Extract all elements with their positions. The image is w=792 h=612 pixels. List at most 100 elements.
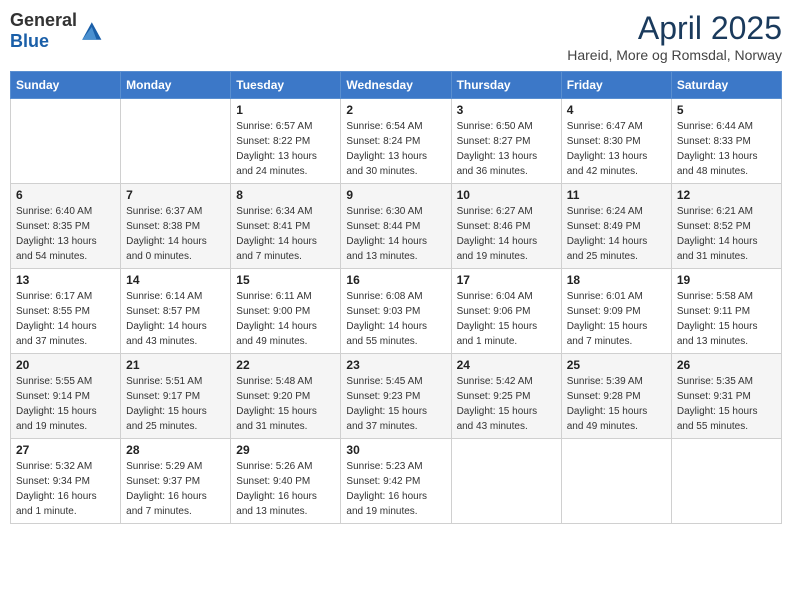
title-block: April 2025 Hareid, More og Romsdal, Norw… [567,10,782,63]
table-row: 29 Sunrise: 5:26 AM Sunset: 9:40 PM Dayli… [231,439,341,524]
col-wednesday: Wednesday [341,72,451,99]
day-info: Sunrise: 6:44 AM Sunset: 8:33 PM Dayligh… [677,119,776,179]
calendar-week-5: 27 Sunrise: 5:32 AM Sunset: 9:34 PM Dayli… [11,439,782,524]
day-info: Sunrise: 5:51 AM Sunset: 9:17 PM Dayligh… [126,374,225,434]
day-number: 19 [677,273,776,287]
day-number: 28 [126,443,225,457]
day-number: 29 [236,443,335,457]
day-number: 24 [457,358,556,372]
logo-blue: Blue [10,31,49,51]
day-info: Sunrise: 6:01 AM Sunset: 9:09 PM Dayligh… [567,289,666,349]
day-number: 1 [236,103,335,117]
calendar-week-4: 20 Sunrise: 5:55 AM Sunset: 9:14 PM Dayli… [11,354,782,439]
day-info: Sunrise: 6:04 AM Sunset: 9:06 PM Dayligh… [457,289,556,349]
logo-text: General Blue [10,10,77,52]
day-number: 16 [346,273,445,287]
calendar-table: Sunday Monday Tuesday Wednesday Thursday… [10,71,782,524]
day-info: Sunrise: 5:58 AM Sunset: 9:11 PM Dayligh… [677,289,776,349]
day-number: 30 [346,443,445,457]
day-info: Sunrise: 6:21 AM Sunset: 8:52 PM Dayligh… [677,204,776,264]
table-row: 2 Sunrise: 6:54 AM Sunset: 8:24 PM Daylig… [341,99,451,184]
table-row: 22 Sunrise: 5:48 AM Sunset: 9:20 PM Dayli… [231,354,341,439]
day-info: Sunrise: 6:24 AM Sunset: 8:49 PM Dayligh… [567,204,666,264]
table-row [11,99,121,184]
table-row: 24 Sunrise: 5:42 AM Sunset: 9:25 PM Dayli… [451,354,561,439]
table-row: 11 Sunrise: 6:24 AM Sunset: 8:49 PM Dayli… [561,184,671,269]
day-info: Sunrise: 6:08 AM Sunset: 9:03 PM Dayligh… [346,289,445,349]
day-number: 2 [346,103,445,117]
table-row: 13 Sunrise: 6:17 AM Sunset: 8:55 PM Dayli… [11,269,121,354]
day-info: Sunrise: 6:14 AM Sunset: 8:57 PM Dayligh… [126,289,225,349]
table-row [121,99,231,184]
table-row: 18 Sunrise: 6:01 AM Sunset: 9:09 PM Dayli… [561,269,671,354]
day-info: Sunrise: 6:57 AM Sunset: 8:22 PM Dayligh… [236,119,335,179]
day-number: 17 [457,273,556,287]
calendar-week-3: 13 Sunrise: 6:17 AM Sunset: 8:55 PM Dayli… [11,269,782,354]
day-info: Sunrise: 5:29 AM Sunset: 9:37 PM Dayligh… [126,459,225,519]
day-number: 9 [346,188,445,202]
col-tuesday: Tuesday [231,72,341,99]
table-row: 30 Sunrise: 5:23 AM Sunset: 9:42 PM Dayli… [341,439,451,524]
day-number: 7 [126,188,225,202]
col-thursday: Thursday [451,72,561,99]
day-info: Sunrise: 6:47 AM Sunset: 8:30 PM Dayligh… [567,119,666,179]
day-number: 21 [126,358,225,372]
day-info: Sunrise: 5:42 AM Sunset: 9:25 PM Dayligh… [457,374,556,434]
table-row: 6Sunrise: 6:40 AM Sunset: 8:35 PM Daylig… [11,184,121,269]
day-number: 4 [567,103,666,117]
day-info: Sunrise: 5:55 AM Sunset: 9:14 PM Dayligh… [16,374,115,434]
day-number: 25 [567,358,666,372]
table-row: 26 Sunrise: 5:35 AM Sunset: 9:31 PM Dayli… [671,354,781,439]
table-row: 21 Sunrise: 5:51 AM Sunset: 9:17 PM Dayli… [121,354,231,439]
logo: General Blue [10,10,103,52]
day-info: Sunrise: 5:48 AM Sunset: 9:20 PM Dayligh… [236,374,335,434]
day-info: Sunrise: 6:50 AM Sunset: 8:27 PM Dayligh… [457,119,556,179]
table-row: 14 Sunrise: 6:14 AM Sunset: 8:57 PM Dayli… [121,269,231,354]
day-number: 23 [346,358,445,372]
logo-general: General [10,10,77,30]
day-info: Sunrise: 6:34 AM Sunset: 8:41 PM Dayligh… [236,204,335,264]
day-info: Sunrise: 6:37 AM Sunset: 8:38 PM Dayligh… [126,204,225,264]
table-row: 5 Sunrise: 6:44 AM Sunset: 8:33 PM Daylig… [671,99,781,184]
day-number: 11 [567,188,666,202]
table-row: 27 Sunrise: 5:32 AM Sunset: 9:34 PM Dayli… [11,439,121,524]
day-info: Sunrise: 6:54 AM Sunset: 8:24 PM Dayligh… [346,119,445,179]
table-row [671,439,781,524]
table-row: 4 Sunrise: 6:47 AM Sunset: 8:30 PM Daylig… [561,99,671,184]
day-number: 22 [236,358,335,372]
day-info: Sunrise: 5:32 AM Sunset: 9:34 PM Dayligh… [16,459,115,519]
table-row: 9 Sunrise: 6:30 AM Sunset: 8:44 PM Daylig… [341,184,451,269]
day-number: 13 [16,273,115,287]
day-number: 26 [677,358,776,372]
day-number: 20 [16,358,115,372]
day-info: Sunrise: 6:27 AM Sunset: 8:46 PM Dayligh… [457,204,556,264]
day-number: 5 [677,103,776,117]
calendar-week-2: 6Sunrise: 6:40 AM Sunset: 8:35 PM Daylig… [11,184,782,269]
location-subtitle: Hareid, More og Romsdal, Norway [567,47,782,63]
month-title: April 2025 [567,10,782,47]
day-info: Sunrise: 5:26 AM Sunset: 9:40 PM Dayligh… [236,459,335,519]
table-row: 17 Sunrise: 6:04 AM Sunset: 9:06 PM Dayli… [451,269,561,354]
day-info: Sunrise: 5:45 AM Sunset: 9:23 PM Dayligh… [346,374,445,434]
day-number: 27 [16,443,115,457]
day-number: 14 [126,273,225,287]
table-row: 23 Sunrise: 5:45 AM Sunset: 9:23 PM Dayli… [341,354,451,439]
calendar-header-row: Sunday Monday Tuesday Wednesday Thursday… [11,72,782,99]
day-info: Sunrise: 5:23 AM Sunset: 9:42 PM Dayligh… [346,459,445,519]
col-monday: Monday [121,72,231,99]
table-row: 16 Sunrise: 6:08 AM Sunset: 9:03 PM Dayli… [341,269,451,354]
table-row: 28 Sunrise: 5:29 AM Sunset: 9:37 PM Dayli… [121,439,231,524]
table-row [561,439,671,524]
col-saturday: Saturday [671,72,781,99]
day-info: Sunrise: 6:11 AM Sunset: 9:00 PM Dayligh… [236,289,335,349]
calendar-week-1: 1 Sunrise: 6:57 AM Sunset: 8:22 PM Daylig… [11,99,782,184]
logo-icon [79,19,103,43]
day-info: Sunrise: 5:35 AM Sunset: 9:31 PM Dayligh… [677,374,776,434]
day-info: Sunrise: 6:17 AM Sunset: 8:55 PM Dayligh… [16,289,115,349]
day-number: 18 [567,273,666,287]
day-info: Sunrise: 5:39 AM Sunset: 9:28 PM Dayligh… [567,374,666,434]
day-info: Sunrise: 6:30 AM Sunset: 8:44 PM Dayligh… [346,204,445,264]
table-row: 25 Sunrise: 5:39 AM Sunset: 9:28 PM Dayli… [561,354,671,439]
table-row: 19 Sunrise: 5:58 AM Sunset: 9:11 PM Dayli… [671,269,781,354]
table-row: 15Sunrise: 6:11 AM Sunset: 9:00 PM Dayli… [231,269,341,354]
